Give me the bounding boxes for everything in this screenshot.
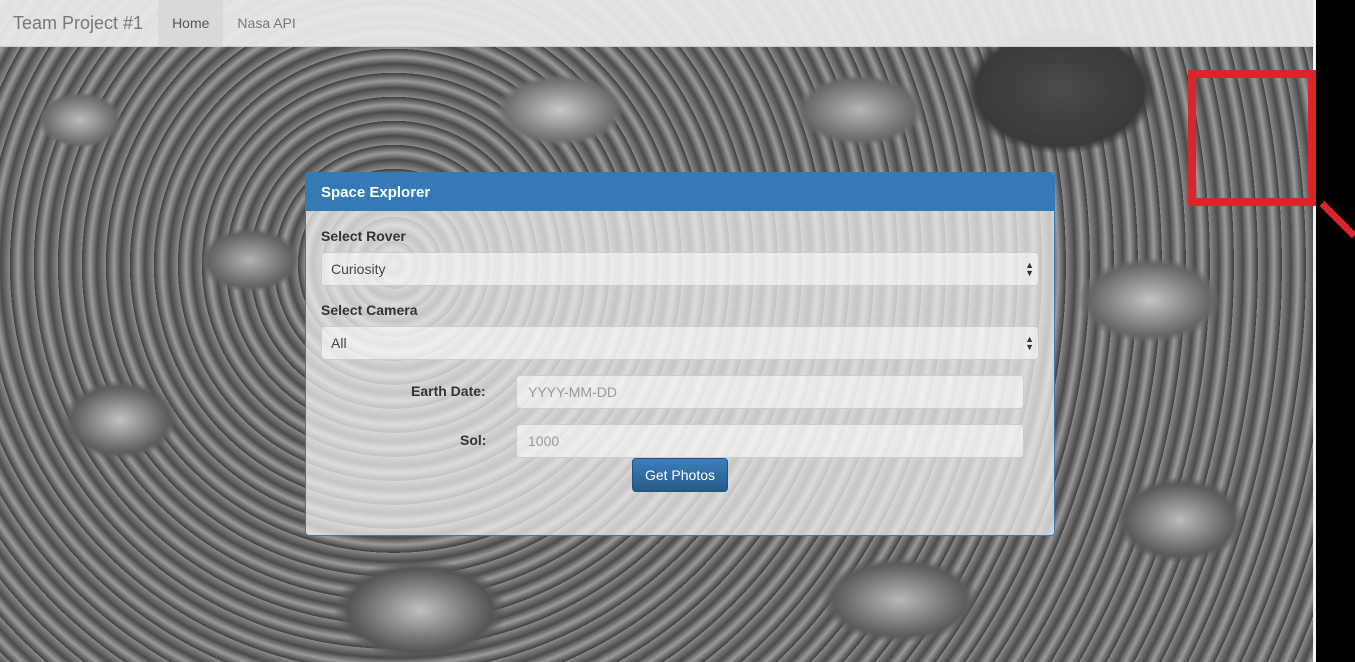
sol-input[interactable]: 1000 bbox=[516, 424, 1024, 458]
sol-placeholder: 1000 bbox=[528, 433, 560, 449]
nav-link-home[interactable]: Home bbox=[158, 0, 224, 46]
space-explorer-panel: Space Explorer Select Rover Curiosity ▲ ▼… bbox=[305, 172, 1055, 536]
top-navbar: Team Project #1 Home Nasa API bbox=[0, 0, 1313, 47]
select-arrows-icon: ▲ ▼ bbox=[1025, 260, 1034, 278]
camera-select-value: All bbox=[331, 335, 347, 351]
nav-link-nasa-api[interactable]: Nasa API bbox=[223, 0, 309, 46]
earth-date-input[interactable]: YYYY-MM-DD bbox=[516, 375, 1024, 409]
panel-title: Space Explorer bbox=[306, 173, 1054, 211]
get-photos-button[interactable]: Get Photos bbox=[632, 458, 728, 492]
rover-select[interactable]: Curiosity ▲ ▼ bbox=[321, 252, 1039, 286]
sol-label: Sol: bbox=[460, 432, 487, 448]
earth-date-label: Earth Date: bbox=[411, 383, 486, 399]
rover-label: Select Rover bbox=[321, 228, 406, 244]
camera-select[interactable]: All ▲ ▼ bbox=[321, 326, 1039, 360]
select-arrows-icon: ▲ ▼ bbox=[1025, 334, 1034, 352]
right-dark-area bbox=[1316, 0, 1355, 662]
navbar-brand[interactable]: Team Project #1 bbox=[0, 0, 158, 46]
rover-select-value: Curiosity bbox=[331, 261, 386, 277]
camera-label: Select Camera bbox=[321, 302, 418, 318]
earth-date-placeholder: YYYY-MM-DD bbox=[528, 384, 617, 400]
highlight-box bbox=[1188, 70, 1316, 206]
